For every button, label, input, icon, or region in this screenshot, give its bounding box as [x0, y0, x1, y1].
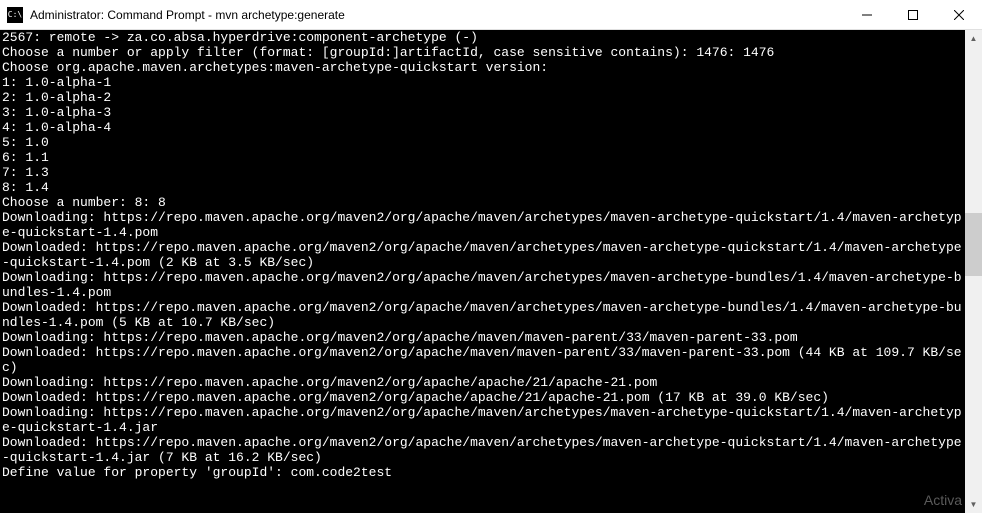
window-title: Administrator: Command Prompt - mvn arch… — [30, 8, 844, 22]
scroll-down-arrow[interactable]: ▼ — [965, 496, 982, 513]
window-controls — [844, 0, 982, 29]
scroll-thumb[interactable] — [965, 213, 982, 276]
terminal-output[interactable]: 2567: remote -> za.co.absa.hyperdrive:co… — [0, 30, 965, 513]
vertical-scrollbar[interactable]: ▲ ▼ — [965, 30, 982, 513]
terminal-area: 2567: remote -> za.co.absa.hyperdrive:co… — [0, 30, 982, 513]
scroll-up-arrow[interactable]: ▲ — [965, 30, 982, 47]
minimize-button[interactable] — [844, 0, 890, 29]
maximize-button[interactable] — [890, 0, 936, 29]
command-prompt-window: C:\ Administrator: Command Prompt - mvn … — [0, 0, 982, 513]
title-bar: C:\ Administrator: Command Prompt - mvn … — [0, 0, 982, 30]
close-button[interactable] — [936, 0, 982, 29]
scroll-track[interactable] — [965, 47, 982, 496]
cmd-icon: C:\ — [7, 7, 23, 23]
